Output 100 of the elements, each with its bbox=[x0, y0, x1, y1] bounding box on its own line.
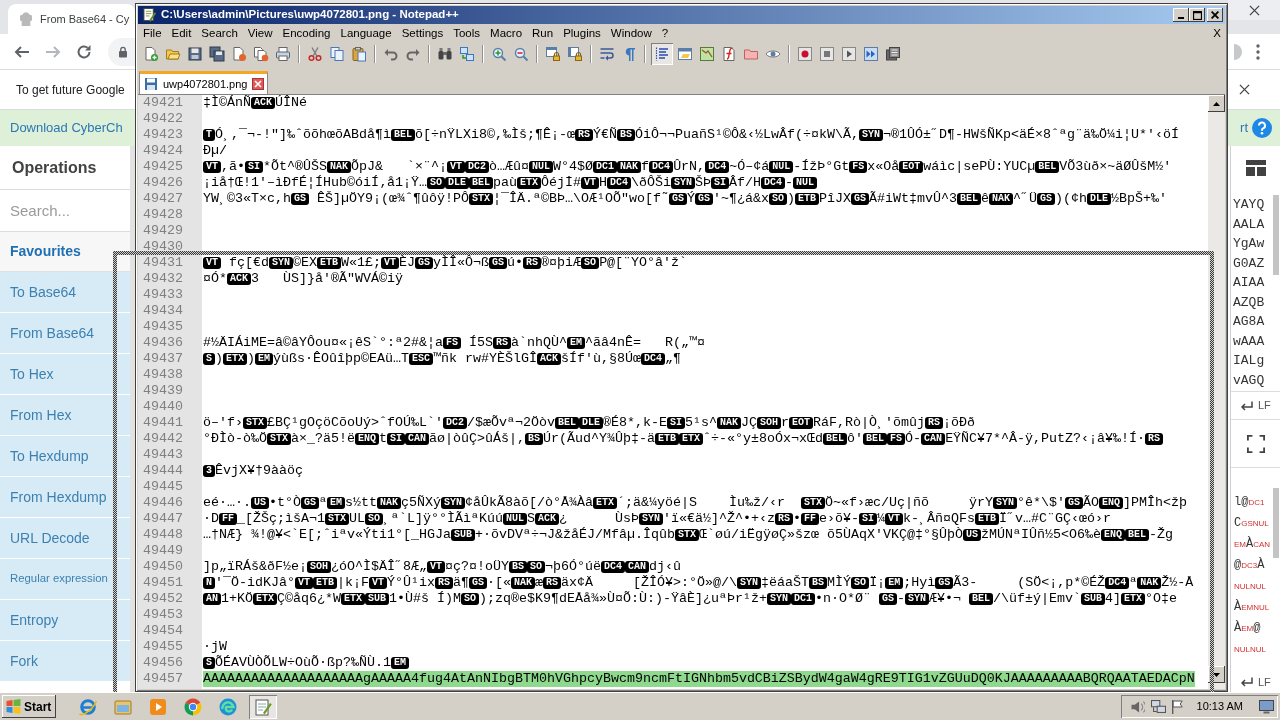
menu-item[interactable]: Tools bbox=[448, 24, 486, 42]
menu-item[interactable]: Encoding bbox=[277, 24, 336, 42]
more-menu-icon[interactable] bbox=[1256, 43, 1260, 60]
line-number: 49454 bbox=[143, 623, 183, 638]
category-header[interactable]: Favourites bbox=[0, 232, 130, 272]
return-arrow-icon bbox=[1241, 677, 1253, 687]
windows-logo-icon bbox=[6, 699, 21, 714]
close-icon bbox=[1248, 4, 1260, 16]
copy-icon[interactable] bbox=[329, 46, 345, 62]
menu-item[interactable]: ? bbox=[656, 24, 674, 42]
line-number: 49428 bbox=[143, 207, 183, 222]
line-number: 49455 bbox=[143, 639, 183, 654]
fullscreen-icon[interactable] bbox=[1246, 434, 1265, 453]
line-number: 49448 bbox=[143, 527, 183, 542]
menu-item[interactable]: Settings bbox=[396, 24, 449, 42]
line-number: 49422 bbox=[143, 111, 183, 126]
line-number: 49434 bbox=[143, 303, 183, 318]
file-tab[interactable]: uwp4072801.png bbox=[139, 71, 269, 94]
cut-icon[interactable] bbox=[307, 46, 323, 62]
menu-item[interactable]: Edit bbox=[166, 24, 197, 42]
menu-item[interactable]: Language bbox=[335, 24, 397, 42]
line-number: 49453 bbox=[143, 607, 183, 622]
address-bar[interactable] bbox=[108, 37, 136, 66]
triangle-up-icon bbox=[1213, 101, 1220, 106]
close-file-icon[interactable] bbox=[231, 46, 247, 62]
show-desktop-icon[interactable] bbox=[1259, 699, 1274, 714]
scrollbar-thumb[interactable] bbox=[1273, 195, 1279, 275]
close-icon[interactable] bbox=[1239, 84, 1250, 95]
close-document-button[interactable]: X bbox=[1208, 24, 1225, 42]
play-tile-icon[interactable] bbox=[149, 697, 168, 716]
speaker-icon[interactable] bbox=[1130, 700, 1145, 713]
menu-item[interactable]: Window bbox=[605, 24, 657, 42]
input-text-area[interactable]: YAYQ AALA YgAw G0AZ AIAA AZQB AG8A wAAA IALg vAGQ bbox=[1231, 190, 1280, 392]
menu-item[interactable]: Search bbox=[196, 24, 243, 42]
folder-icon[interactable] bbox=[743, 46, 759, 62]
line-number: 49433 bbox=[143, 287, 183, 302]
line-number: 49456 bbox=[143, 655, 183, 670]
line-number: 49447 bbox=[143, 511, 183, 526]
maximize-button[interactable] bbox=[1189, 8, 1205, 22]
line-number: 49432 bbox=[143, 271, 183, 286]
minimize-button[interactable] bbox=[1173, 8, 1189, 22]
open-folder-icon[interactable] bbox=[165, 46, 181, 62]
scrollbar-thumb[interactable] bbox=[1273, 488, 1279, 558]
network-icon[interactable] bbox=[1150, 700, 1166, 713]
window-lock-icon[interactable] bbox=[545, 46, 561, 62]
text-line: Ðµ/ bbox=[203, 143, 227, 159]
window-title: C:\Users\admin\Pictures\uwp4072801.png - Notepad++ bbox=[161, 7, 459, 23]
menu-item[interactable]: Macro bbox=[485, 24, 528, 42]
paste-icon[interactable] bbox=[351, 46, 367, 62]
replace-icon[interactable] bbox=[459, 46, 475, 62]
flag-icon[interactable] bbox=[1171, 699, 1183, 714]
zoom-out-icon[interactable] bbox=[513, 46, 529, 62]
new-file-icon[interactable] bbox=[143, 46, 159, 62]
return-arrow-icon bbox=[1241, 400, 1253, 411]
redo-icon[interactable] bbox=[405, 46, 421, 62]
taskbar-button[interactable] bbox=[249, 694, 278, 719]
help-icon[interactable] bbox=[1252, 118, 1272, 138]
scroll-up-button[interactable] bbox=[1208, 95, 1225, 112]
round-logo-icon[interactable] bbox=[184, 697, 203, 716]
line-number: 49426 bbox=[143, 175, 183, 190]
close-all-icon[interactable] bbox=[253, 46, 269, 62]
folder-window-icon[interactable] bbox=[677, 46, 693, 62]
line-number: 49451 bbox=[143, 575, 183, 590]
e-logo-icon[interactable] bbox=[79, 697, 98, 716]
support-link[interactable]: rt bbox=[1240, 118, 1248, 138]
clock: 10:13 AM bbox=[1196, 699, 1243, 715]
line-number: 49439 bbox=[143, 383, 183, 398]
save-icon[interactable] bbox=[187, 46, 203, 62]
download-link[interactable]: Download CyberCh bbox=[10, 118, 123, 138]
close-icon[interactable] bbox=[252, 78, 265, 90]
play-icon[interactable] bbox=[841, 46, 857, 62]
zoom-in-icon[interactable] bbox=[491, 46, 507, 62]
menu-item[interactable]: Plugins bbox=[558, 24, 606, 42]
print-icon[interactable] bbox=[275, 46, 291, 62]
start-button[interactable]: Start bbox=[2, 695, 57, 718]
line-number: 49442 bbox=[143, 431, 183, 446]
notepad-icon[interactable] bbox=[254, 697, 273, 716]
record-icon[interactable] bbox=[797, 46, 813, 62]
menu-item[interactable]: File bbox=[138, 24, 167, 42]
function-list-icon[interactable] bbox=[721, 46, 737, 62]
save-all-icon[interactable] bbox=[209, 46, 225, 62]
stop-icon[interactable] bbox=[819, 46, 835, 62]
fast-forward-icon[interactable] bbox=[863, 46, 879, 62]
window-lock-icon[interactable] bbox=[567, 46, 583, 62]
word-wrap-icon[interactable] bbox=[599, 46, 615, 62]
menu-item[interactable]: View bbox=[242, 24, 278, 42]
layout-icon[interactable] bbox=[1245, 160, 1266, 176]
triangle-down-icon bbox=[1213, 672, 1220, 677]
map-icon[interactable] bbox=[699, 46, 715, 62]
browser-tab[interactable]: From Base64 - Cy bbox=[8, 4, 135, 34]
close-button[interactable] bbox=[1207, 8, 1223, 22]
line-number: 49441 bbox=[143, 415, 183, 430]
reload-icon[interactable] bbox=[75, 42, 93, 61]
minimize-icon bbox=[1178, 17, 1184, 19]
line-number: 49423 bbox=[143, 127, 183, 142]
info-bar-text: To get future Google bbox=[16, 81, 125, 99]
find-icon[interactable] bbox=[437, 46, 453, 62]
text-line: T Ó¸,¯¬-!"]‰ˆõõhœõABdå¶ì BEL õ[÷nŸLXi8©,‰Ìš;¶Ê¡-œ RS Ý€Ñ BS ÓiÔ¬¬PuañS¹©Ô&‹½LwÂf(÷¤kW\Ã, SYN ¬®1ÛÓ±˝D¶-HWšÑKp<äÉ×8ˆªg¨ä‰Ö¼i¦U*'‹öÍ bbox=[203, 127, 1179, 143]
menu-item[interactable]: Run bbox=[527, 24, 559, 42]
windows-stack-icon[interactable] bbox=[885, 46, 901, 62]
